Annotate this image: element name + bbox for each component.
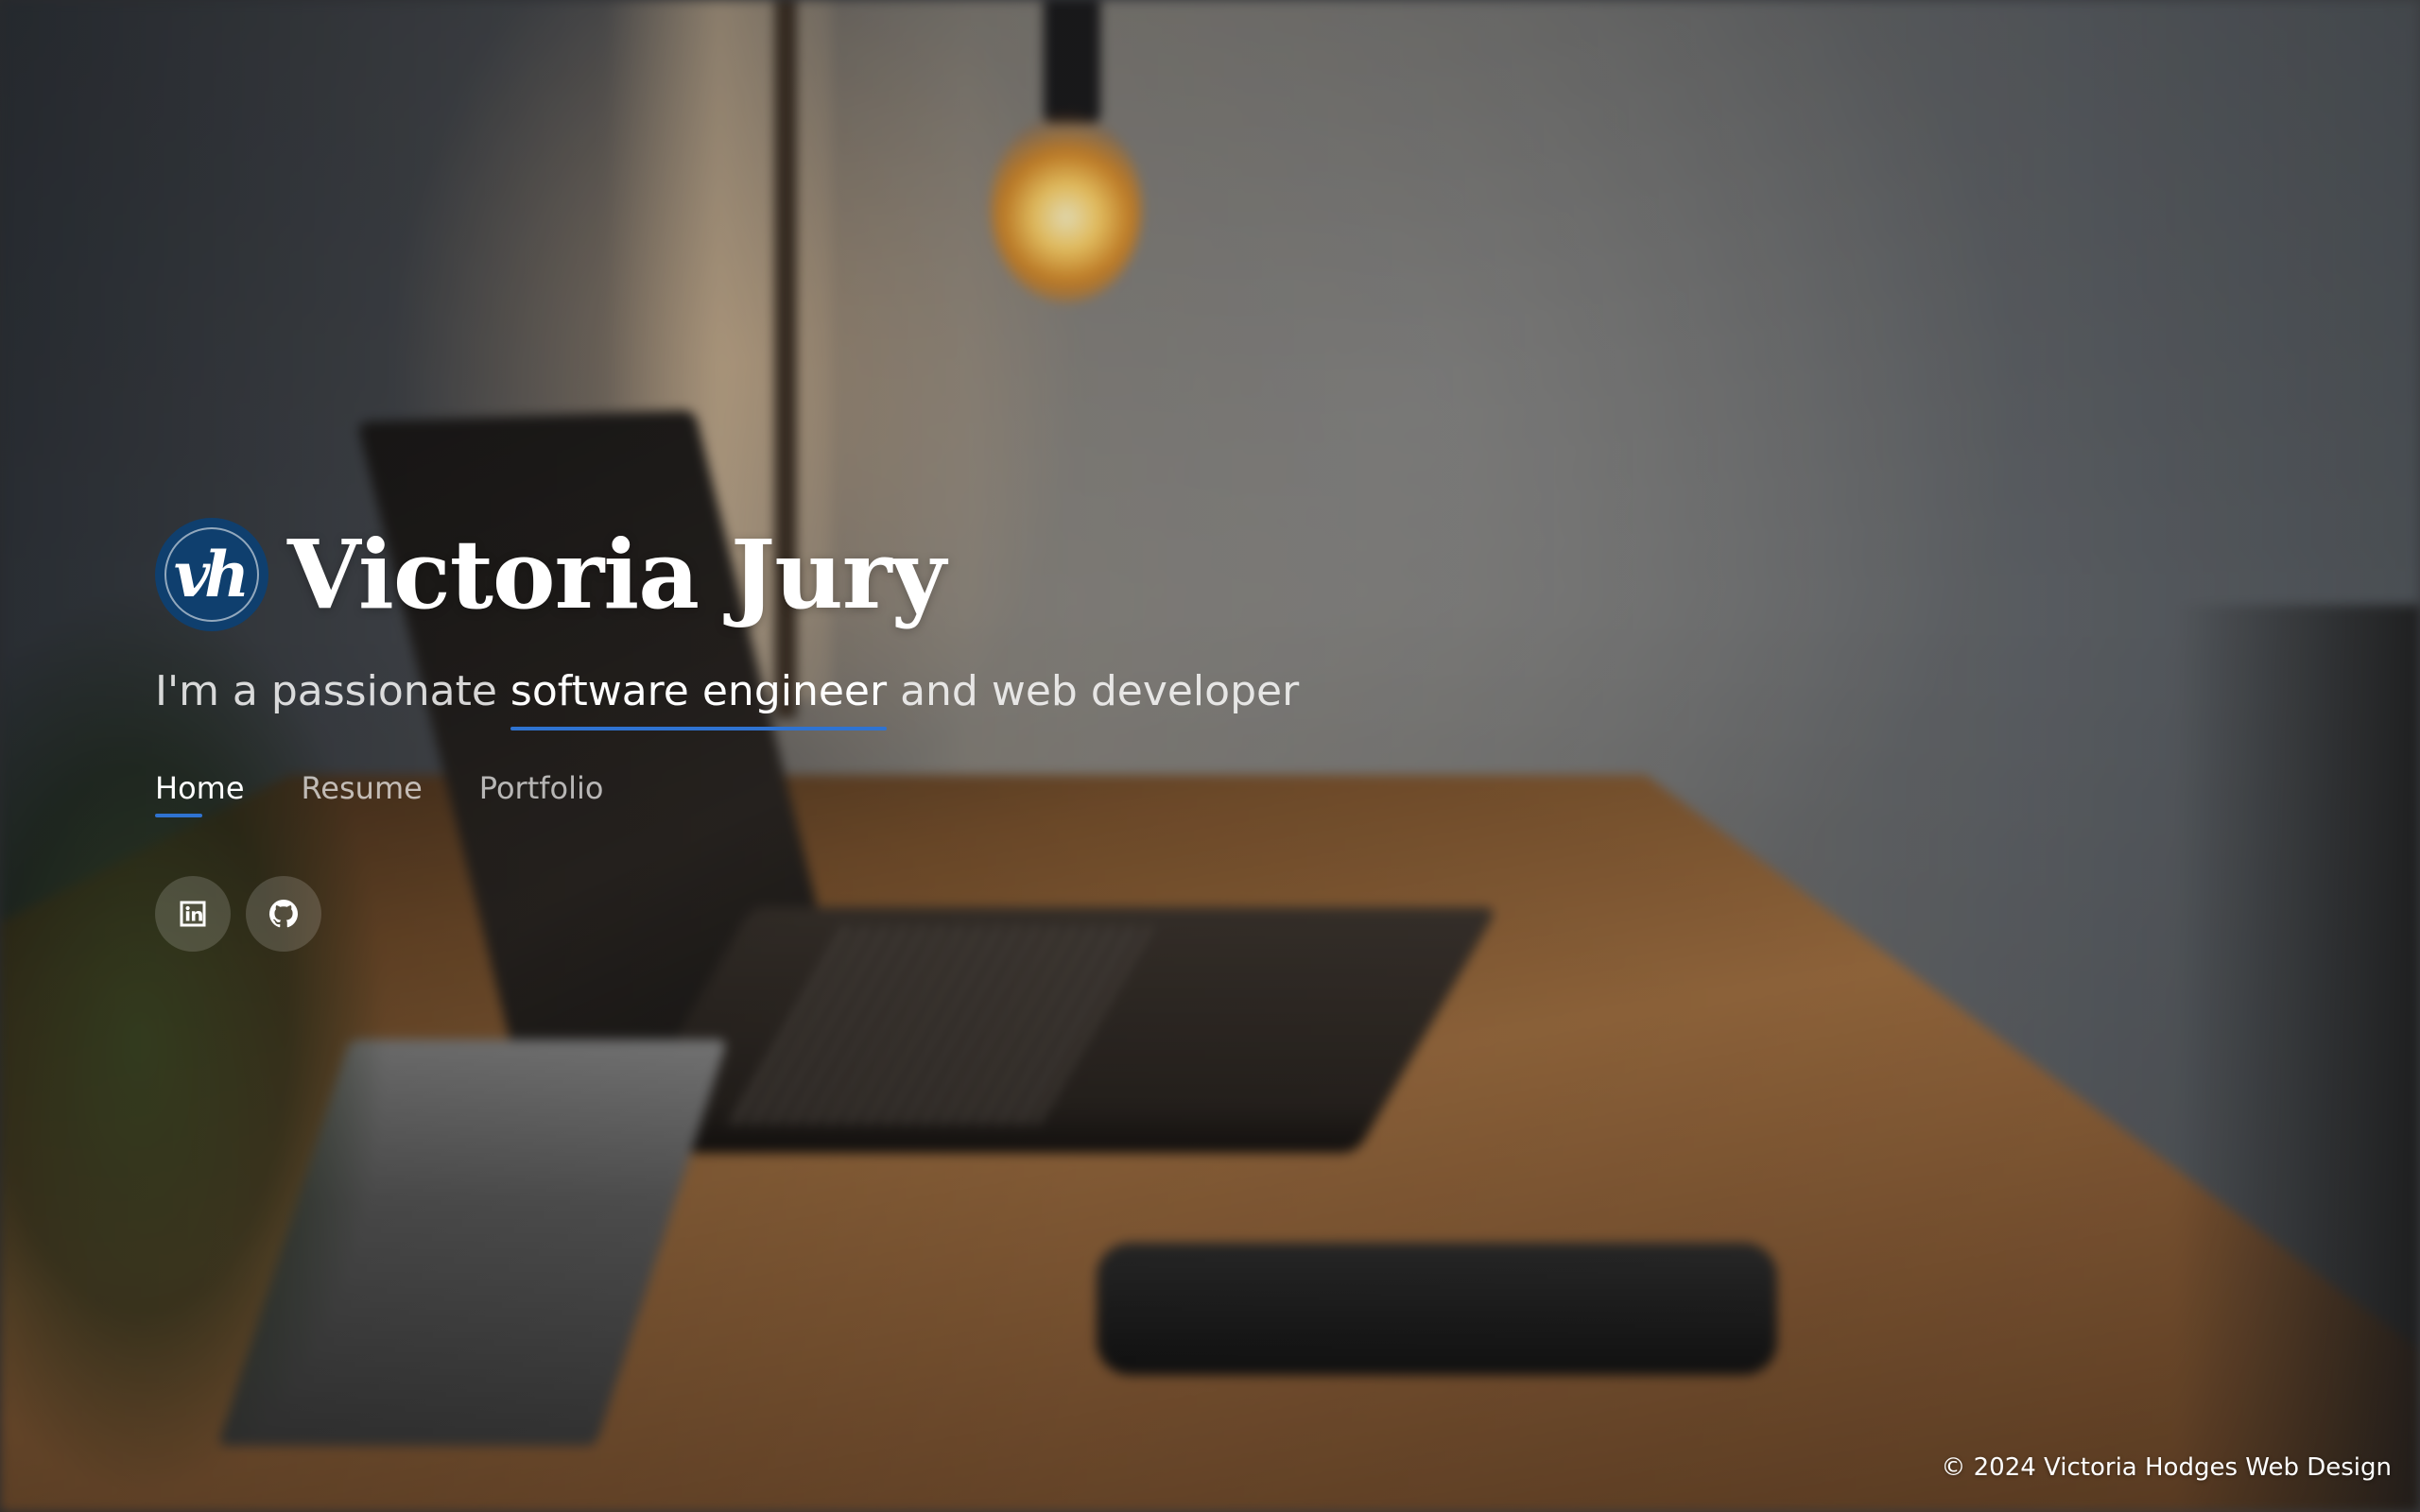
nav-resume[interactable]: Resume	[302, 770, 423, 816]
github-button[interactable]	[246, 876, 321, 952]
site-title: Victoria Jury	[287, 519, 946, 630]
footer-copyright: © 2024 Victoria Hodges Web Design	[1941, 1453, 2392, 1482]
linkedin-icon	[180, 901, 206, 927]
tagline-suffix: and web developer	[887, 667, 1300, 715]
logo[interactable]: vh	[155, 518, 268, 631]
main-nav: Home Resume Portfolio	[155, 770, 1299, 817]
linkedin-button[interactable]	[155, 876, 231, 952]
hero-content: vh Victoria Jury I'm a passionate softwa…	[155, 518, 1299, 952]
nav-portfolio[interactable]: Portfolio	[479, 770, 604, 816]
tagline-prefix: I'm a passionate	[155, 667, 510, 715]
social-links	[155, 876, 1299, 952]
nav-home[interactable]: Home	[155, 770, 245, 817]
logo-monogram: vh	[173, 538, 250, 611]
tagline: I'm a passionate software engineer and w…	[155, 667, 1300, 730]
brand: vh Victoria Jury	[155, 518, 1299, 631]
tagline-highlight: software engineer	[510, 667, 888, 730]
github-icon	[268, 900, 299, 928]
